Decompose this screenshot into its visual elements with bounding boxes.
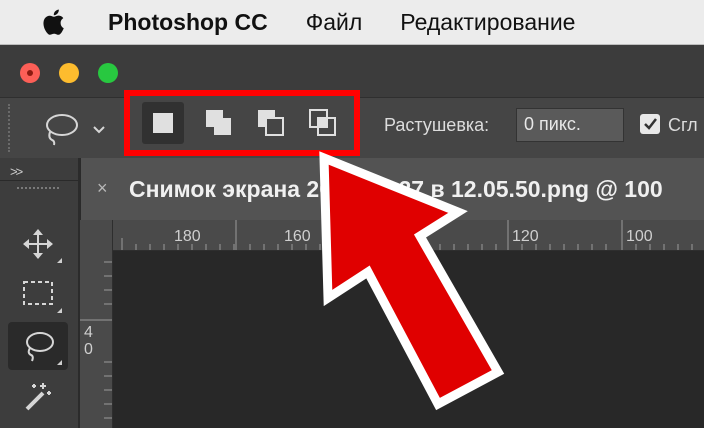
annotation-arrow: [319, 151, 505, 411]
